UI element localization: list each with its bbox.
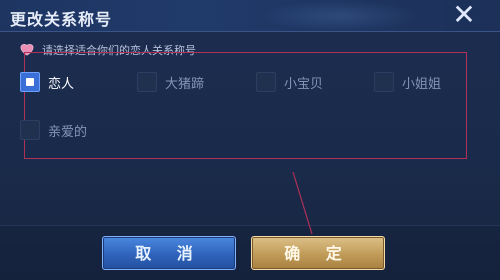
cancel-button[interactable]: 取 消 bbox=[102, 236, 236, 270]
options-annotation-frame bbox=[24, 52, 467, 159]
option-label: 亲爱的 bbox=[48, 124, 88, 140]
bottom-bar bbox=[0, 225, 500, 280]
dialog-title: 更改关系称号 bbox=[10, 10, 113, 29]
title-bar: 更改关系称号 ✕ bbox=[0, 0, 500, 32]
checkbox[interactable] bbox=[256, 72, 276, 92]
option-lover[interactable]: 恋人 bbox=[20, 70, 74, 94]
option-label: 大猪蹄 bbox=[165, 76, 205, 92]
checkbox[interactable] bbox=[20, 120, 40, 140]
option-big-pig-trotter[interactable]: 大猪蹄 bbox=[137, 70, 204, 94]
option-label: 小宝贝 bbox=[284, 76, 324, 92]
confirm-button[interactable]: 确 定 bbox=[251, 236, 385, 270]
checkbox[interactable] bbox=[137, 72, 157, 92]
option-miss[interactable]: 小姐姐 bbox=[374, 70, 441, 94]
option-darling[interactable]: 亲爱的 bbox=[20, 118, 87, 142]
option-label: 小姐姐 bbox=[402, 76, 442, 92]
option-little-treasure[interactable]: 小宝贝 bbox=[256, 70, 323, 94]
option-label: 恋人 bbox=[48, 76, 75, 92]
checkbox[interactable] bbox=[374, 72, 394, 92]
checkbox-checked[interactable] bbox=[20, 72, 40, 92]
close-icon[interactable]: ✕ bbox=[450, 1, 478, 30]
